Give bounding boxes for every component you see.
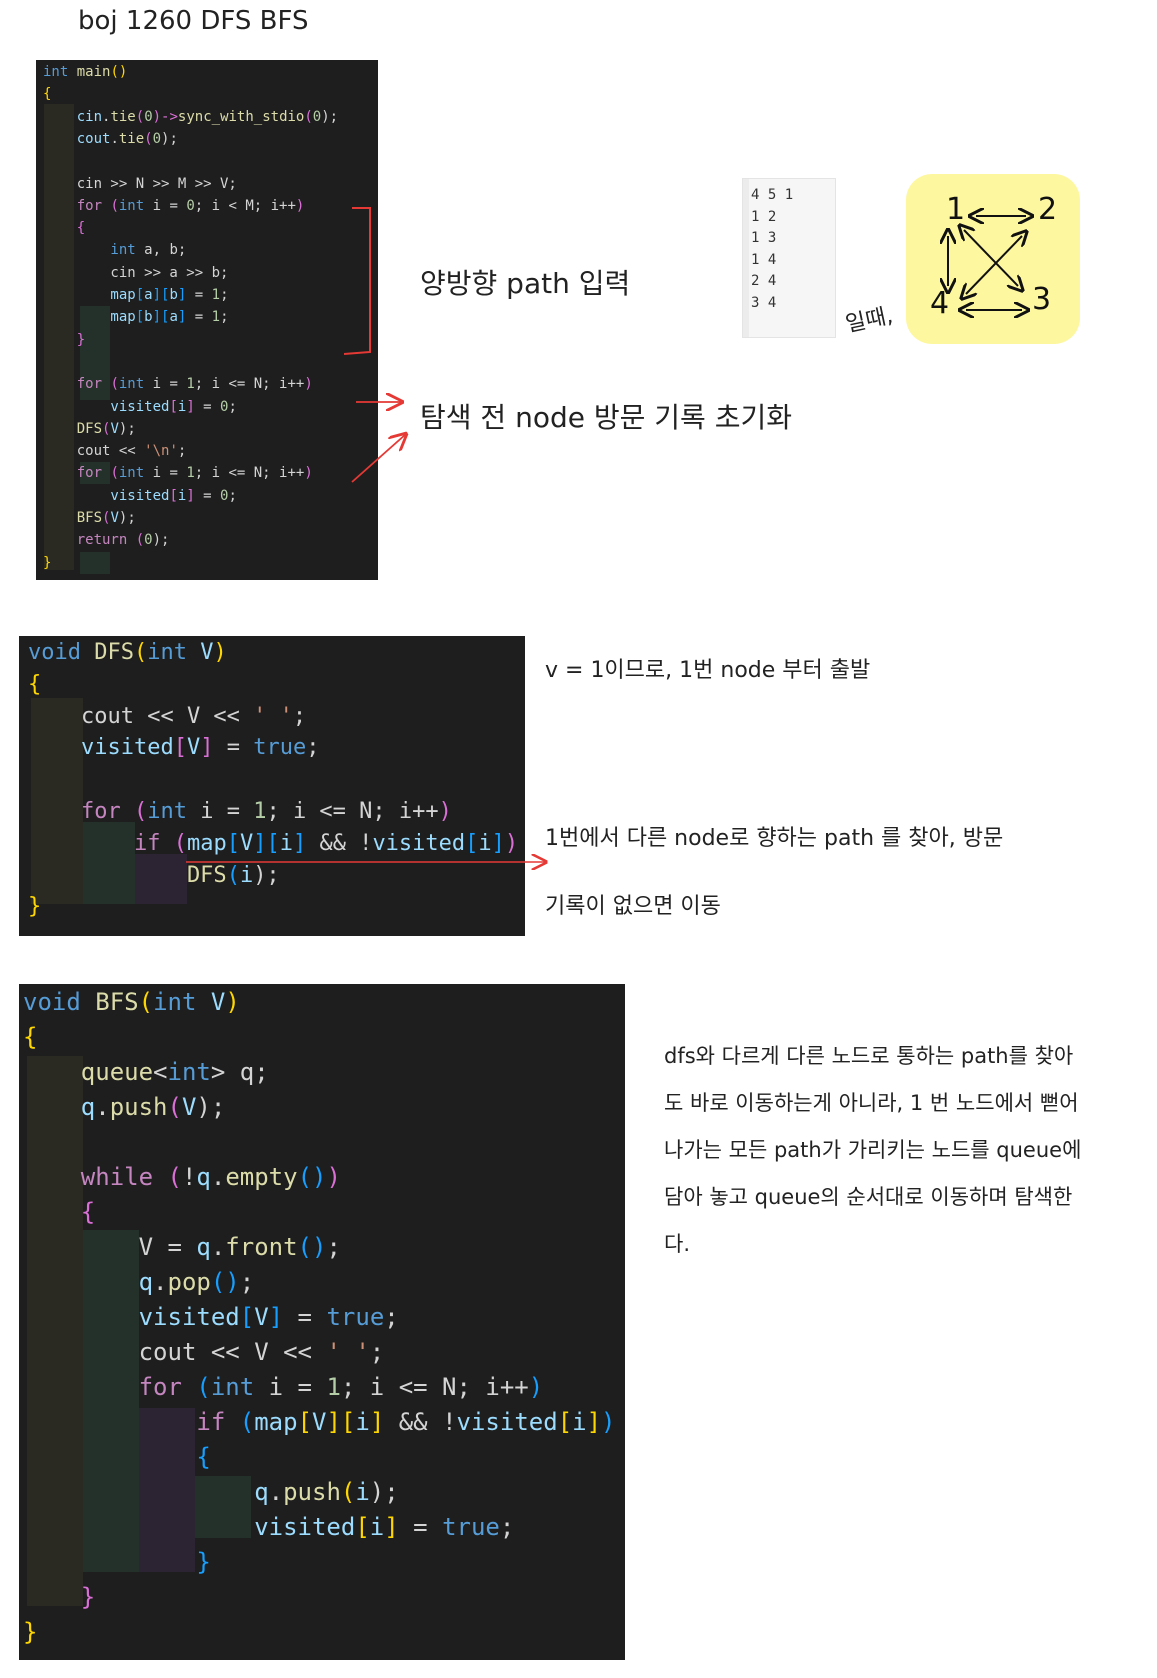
arrow-reset-2 [351, 434, 406, 483]
bracket-bidirectional [343, 207, 371, 355]
annotation-overlay [186, 207, 1157, 1678]
